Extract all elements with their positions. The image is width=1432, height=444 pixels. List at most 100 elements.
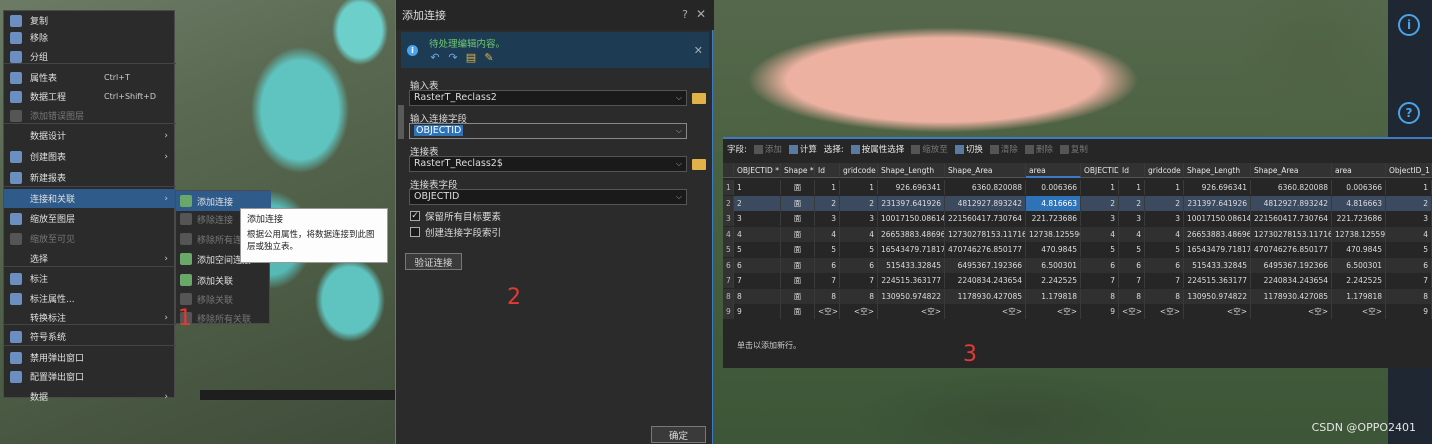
table-cell[interactable]: 1 (840, 180, 878, 195)
folder-icon[interactable] (692, 159, 706, 170)
table-cell[interactable]: 224515.363177 (1184, 273, 1251, 288)
table-row[interactable]: 2 2 面 2 2 231397.641926 4812927.893242 4.816663… (723, 195, 1432, 211)
table-cell[interactable]: 面 (781, 288, 815, 304)
table-cell[interactable]: 6 (840, 257, 878, 273)
table-cell[interactable]: 4.816663 (1332, 195, 1386, 211)
table-cell[interactable]: 2 (1145, 195, 1184, 211)
table-cell[interactable]: 8 (1386, 288, 1432, 304)
table-row[interactable]: 4 4 面 4 4 26653883.486967 12730278153.117165 12… (723, 226, 1432, 242)
table-cell[interactable]: 4 (734, 226, 781, 242)
table-cell[interactable]: 面 (781, 273, 815, 288)
row-number[interactable]: 2 (723, 195, 734, 211)
column-header[interactable]: Shape_Length (878, 163, 945, 178)
validate-join-button[interactable]: 验证连接 (405, 253, 462, 270)
table-cell[interactable]: 12730278153.117165 (1251, 226, 1332, 242)
table-cell[interactable]: 4 (1081, 226, 1119, 242)
table-cell[interactable]: 6.500301 (1332, 257, 1386, 273)
table-cell[interactable]: 7 (840, 273, 878, 288)
table-cell[interactable]: 面 (781, 257, 815, 273)
table-row[interactable]: 8 8 面 8 8 130950.974822 1178930.427085 1.179818… (723, 288, 1432, 304)
create-index-checkbox[interactable]: 创建连接字段索引 (410, 225, 501, 239)
table-cell[interactable]: 9 (1386, 304, 1432, 319)
table-cell[interactable]: 2 (840, 195, 878, 211)
table-cell[interactable]: 4812927.893242 (945, 195, 1026, 211)
table-cell[interactable]: 3 (815, 211, 840, 226)
keep-all-checkbox[interactable]: ✓ 保留所有目标要素 (410, 209, 501, 223)
table-cell[interactable]: 3 (1119, 211, 1145, 226)
context-menu-item[interactable]: 连接和关联 › (4, 189, 176, 208)
row-number[interactable]: 5 (723, 242, 734, 257)
table-cell[interactable]: 6495367.192366 (945, 257, 1026, 273)
help-icon[interactable]: ? (1398, 102, 1420, 124)
context-menu-item[interactable]: 标注 (4, 269, 176, 288)
table-cell[interactable]: 5 (1386, 242, 1432, 257)
table-toolbar-item[interactable]: 计算 (788, 143, 817, 155)
info-close-icon[interactable]: ✕ (694, 44, 703, 57)
table-cell[interactable]: <空> (1332, 304, 1386, 319)
table-cell[interactable]: 0.006366 (1026, 180, 1081, 195)
submenu-item[interactable]: 添加关联 (176, 270, 271, 290)
resize-handle[interactable] (398, 105, 404, 139)
table-cell[interactable]: 8 (1145, 288, 1184, 304)
table-cell[interactable]: 221560417.730764 (945, 211, 1026, 226)
column-header[interactable]: gridcode (840, 163, 878, 178)
table-cell[interactable]: 2.242525 (1026, 273, 1081, 288)
table-cell[interactable]: 面 (781, 226, 815, 242)
table-cell[interactable]: 2240834.243654 (945, 273, 1026, 288)
table-cell[interactable]: 515433.32845 (878, 257, 945, 273)
table-cell[interactable]: 7 (1119, 273, 1145, 288)
table-cell[interactable]: 8 (734, 288, 781, 304)
table-cell[interactable]: <空> (1251, 304, 1332, 319)
table-cell[interactable]: 926.696341 (878, 180, 945, 195)
info-icon[interactable]: i (1398, 14, 1420, 36)
table-cell[interactable]: 221.723686 (1026, 211, 1081, 226)
table-cell[interactable]: 4812927.893242 (1251, 195, 1332, 211)
row-number[interactable]: 3 (723, 211, 734, 226)
table-cell[interactable]: <空> (1119, 304, 1145, 319)
table-cell[interactable]: 8 (815, 288, 840, 304)
column-header[interactable]: OBJECTID * (734, 163, 781, 178)
table-cell[interactable]: 1.179818 (1332, 288, 1386, 304)
row-number[interactable]: 1 (723, 180, 734, 195)
close-button[interactable]: ✕ (696, 7, 706, 21)
table-cell[interactable]: 5 (1145, 242, 1184, 257)
redo-icon[interactable]: ↷ (447, 52, 459, 64)
table-cell[interactable]: <空> (945, 304, 1026, 319)
table-cell[interactable]: 8 (1081, 288, 1119, 304)
help-button[interactable]: ? (682, 8, 688, 21)
table-cell[interactable]: 470.9845 (1026, 242, 1081, 257)
row-number[interactable]: 7 (723, 273, 734, 288)
table-cell[interactable]: 9 (734, 304, 781, 319)
table-cell[interactable]: 16543479.718177 (1184, 242, 1251, 257)
table-cell[interactable]: 面 (781, 242, 815, 257)
table-cell[interactable]: 12730278153.117165 (945, 226, 1026, 242)
table-cell[interactable]: 2 (1386, 195, 1432, 211)
table-row[interactable]: 6 6 面 6 6 515433.32845 6495367.192366 6.500301 6… (723, 257, 1432, 273)
row-number[interactable]: 4 (723, 226, 734, 242)
row-number[interactable]: 8 (723, 288, 734, 304)
table-cell[interactable]: <空> (1145, 304, 1184, 319)
table-cell[interactable]: 4 (1386, 226, 1432, 242)
folder-icon[interactable] (692, 93, 706, 104)
column-header[interactable]: Shape * (781, 163, 815, 178)
table-cell[interactable]: 1 (1081, 180, 1119, 195)
context-menu-item[interactable]: 缩放至图层 (4, 209, 176, 228)
table-cell[interactable]: 1178930.427085 (1251, 288, 1332, 304)
table-cell[interactable]: 231397.641926 (878, 195, 945, 211)
table-cell[interactable]: <空> (878, 304, 945, 319)
undo-icon[interactable]: ↶ (429, 52, 441, 64)
column-header[interactable]: OBJECTID (1081, 163, 1119, 178)
context-menu-item[interactable]: 新建报表 (4, 168, 176, 187)
table-cell[interactable]: 面 (781, 304, 815, 319)
table-cell[interactable]: 5 (734, 242, 781, 257)
table-cell[interactable]: 26653883.486967 (878, 226, 945, 242)
table-toolbar-item[interactable]: 切换 (954, 143, 983, 155)
table-cell[interactable]: 1 (1145, 180, 1184, 195)
table-cell[interactable]: 3 (840, 211, 878, 226)
column-header[interactable]: area (1026, 163, 1081, 178)
table-row[interactable]: 7 7 面 7 7 224515.363177 2240834.243654 2.242525… (723, 273, 1432, 288)
table-cell[interactable]: 3 (1081, 211, 1119, 226)
table-cell[interactable]: 1 (734, 180, 781, 195)
table-cell[interactable]: <空> (815, 304, 840, 319)
checkbox-box[interactable]: ✓ (410, 211, 420, 221)
